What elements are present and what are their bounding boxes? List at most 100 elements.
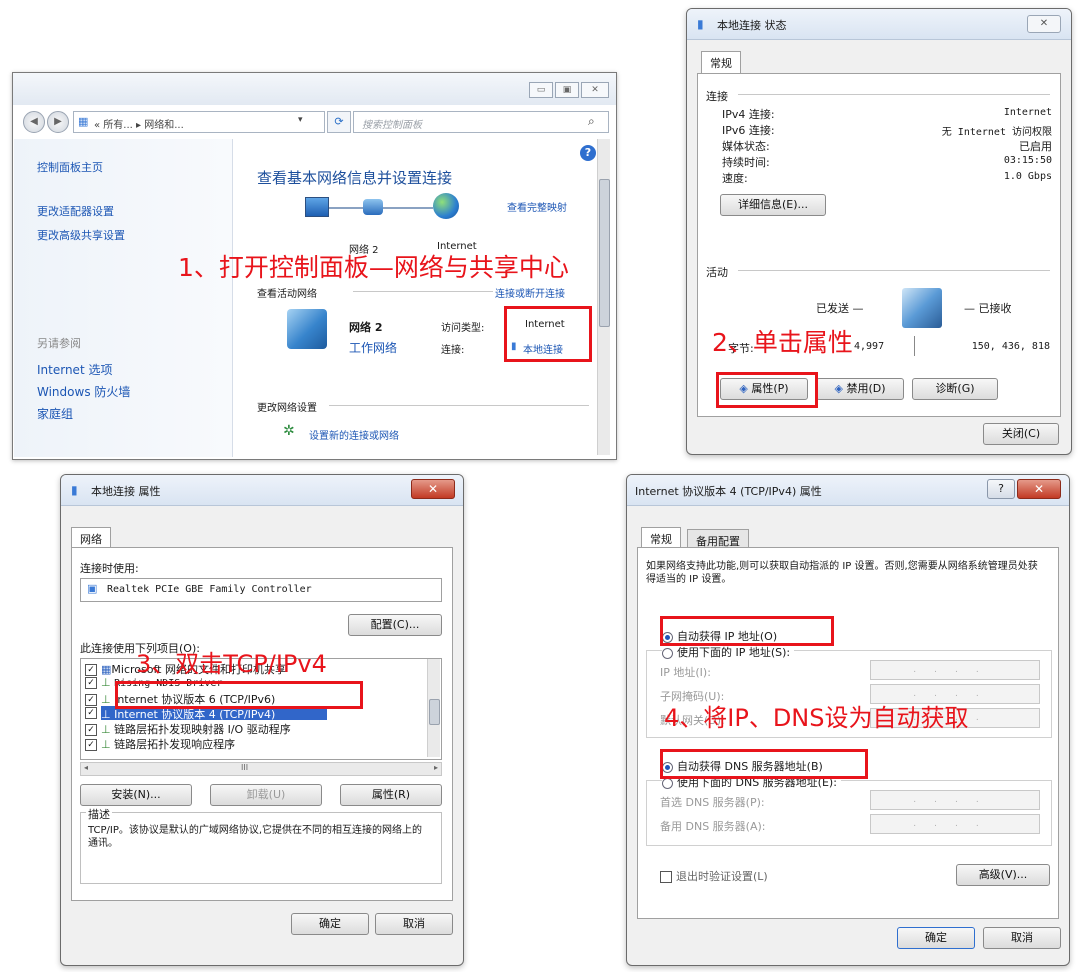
- breadcrumb[interactable]: « 所有... ▸ 网络和...: [94, 116, 184, 131]
- horizontal-scrollbar[interactable]: ◂ III ▸: [80, 762, 442, 776]
- address-bar[interactable]: ▦ « 所有... ▸ 网络和... ▾: [73, 111, 325, 133]
- sidebar-item-internet-options[interactable]: Internet 选项: [37, 361, 112, 378]
- ok-button[interactable]: 确定: [897, 927, 975, 949]
- bytes-received-value: 150, 436, 818: [971, 341, 1050, 352]
- adapter-box: ▣ Realtek PCIe GBE Family Controller: [80, 578, 442, 602]
- checkbox[interactable]: ✓: [85, 724, 97, 736]
- sidebar-item-firewall[interactable]: Windows 防火墙: [37, 383, 130, 400]
- alternate-dns-field[interactable]: ....: [870, 814, 1040, 834]
- view-full-map-link[interactable]: 查看完整映射: [507, 199, 567, 214]
- highlight-auto-dns: [660, 749, 868, 779]
- close-button[interactable]: 关闭(C): [983, 423, 1059, 445]
- list-item[interactable]: ✓ ⊥ 链路层拓扑发现映射器 I/O 驱动程序: [85, 721, 291, 737]
- preferred-dns-label: 首选 DNS 服务器(P):: [660, 796, 765, 809]
- alternate-dns-label: 备用 DNS 服务器(A):: [660, 820, 766, 833]
- manual-ip-radio[interactable]: 使用下面的 IP 地址(S):: [662, 644, 795, 660]
- preferred-dns-field[interactable]: ....: [870, 790, 1040, 810]
- chevron-down-icon[interactable]: ▾: [298, 115, 303, 125]
- maximize-button[interactable]: ▣: [555, 82, 579, 98]
- ip-address-field[interactable]: ....: [870, 660, 1040, 680]
- list-scrollbar-thumb[interactable]: [429, 699, 440, 725]
- divider: [353, 291, 493, 292]
- status-titlebar: ▮ 本地连接 状态 ✕: [687, 9, 1071, 40]
- list-item-checkbox[interactable]: ✓: [85, 706, 101, 719]
- status-panel: 连接 IPv4 连接: Internet IPv6 连接: 无 Internet…: [697, 73, 1061, 417]
- disable-button[interactable]: ◈ 禁用(D): [816, 378, 904, 400]
- bytes-sent-value: 4,997: [854, 341, 885, 352]
- node-internet-label: Internet: [437, 241, 477, 252]
- step4-annotation: 4、将IP、DNS设为自动获取: [664, 704, 969, 732]
- install-button[interactable]: 安装(N)...: [80, 784, 192, 806]
- close-icon[interactable]: ✕: [411, 479, 455, 499]
- ipv4-value: Internet: [1003, 107, 1052, 118]
- setup-connection-link[interactable]: 设置新的连接或网络: [309, 427, 399, 442]
- list-scrollbar[interactable]: [427, 659, 440, 757]
- connect-disconnect-link[interactable]: 连接或断开连接: [495, 285, 565, 300]
- duration-label: 持续时间:: [722, 156, 770, 169]
- disable-label: 禁用(D): [846, 382, 886, 395]
- list-item-icon: ▦: [101, 663, 112, 676]
- ok-button[interactable]: 确定: [291, 913, 369, 935]
- advanced-button[interactable]: 高级(V)...: [956, 864, 1050, 886]
- item-properties-button[interactable]: 属性(R): [340, 784, 442, 806]
- adapter-name: Realtek PCIe GBE Family Controller: [107, 584, 312, 595]
- media-state-value: 已启用: [1019, 140, 1052, 153]
- refresh-button[interactable]: ⟳: [327, 111, 351, 133]
- details-button[interactable]: 详细信息(E)...: [720, 194, 826, 216]
- scrollbar-thumb[interactable]: [599, 179, 610, 327]
- back-icon[interactable]: ◀: [23, 111, 45, 133]
- close-icon[interactable]: ✕: [1017, 479, 1061, 499]
- scroll-right-icon[interactable]: ▸: [434, 763, 438, 772]
- checkbox[interactable]: ✓: [85, 707, 97, 719]
- list-item[interactable]: ✓ ⊥ 链路层拓扑发现响应程序: [85, 736, 235, 752]
- see-also-heading: 另请参阅: [37, 337, 81, 350]
- diagnose-button[interactable]: 诊断(G): [912, 378, 998, 400]
- checkbox[interactable]: ✓: [85, 739, 97, 751]
- status-dialog: ▮ 本地连接 状态 ✕ 常规 连接 IPv4 连接: Internet IPv6…: [686, 8, 1072, 455]
- network-node-icon: [363, 199, 383, 215]
- sidebar-home-link[interactable]: 控制面板主页: [37, 159, 103, 175]
- checkbox[interactable]: ✓: [85, 694, 97, 706]
- active-networks-heading: 查看活动网络: [257, 289, 317, 300]
- network-type-link[interactable]: 工作网络: [349, 339, 397, 356]
- sidebar-item-homegroup[interactable]: 家庭组: [37, 405, 73, 422]
- radio[interactable]: [662, 647, 673, 659]
- list-item-label: 链路层拓扑发现响应程序: [114, 738, 236, 751]
- help-icon[interactable]: ?: [580, 145, 596, 161]
- checkbox[interactable]: [660, 871, 672, 883]
- access-type-label: 访问类型:: [441, 323, 485, 334]
- cancel-button[interactable]: 取消: [983, 927, 1061, 949]
- radio[interactable]: [662, 777, 673, 789]
- forward-icon[interactable]: ▶: [47, 111, 69, 133]
- help-icon[interactable]: ?: [987, 479, 1015, 499]
- search-icon[interactable]: ⌕: [588, 114, 595, 129]
- step2-annotation: 2、单击属性: [712, 328, 853, 357]
- close-button[interactable]: ✕: [581, 82, 609, 98]
- checkbox[interactable]: ✓: [85, 677, 97, 689]
- sidebar-item-sharing[interactable]: 更改高级共享设置: [37, 227, 125, 243]
- cancel-button[interactable]: 取消: [375, 913, 453, 935]
- search-box[interactable]: 搜索控制面板 ⌕: [353, 111, 609, 133]
- ipv4-title: Internet 协议版本 4 (TCP/IPv4) 属性: [635, 485, 822, 498]
- search-input[interactable]: 搜索控制面板: [362, 116, 422, 131]
- validate-checkbox[interactable]: 退出时验证设置(L): [660, 868, 768, 884]
- close-icon[interactable]: ✕: [1027, 15, 1061, 33]
- description-heading: 描述: [86, 806, 112, 822]
- checkbox[interactable]: ✓: [85, 664, 97, 676]
- divider: [738, 94, 1050, 95]
- configure-button[interactable]: 配置(C)...: [348, 614, 442, 636]
- ipv4-titlebar: Internet 协议版本 4 (TCP/IPv4) 属性 ? ✕: [627, 475, 1069, 506]
- page-title: 查看基本网络信息并设置连接: [257, 169, 453, 187]
- scroll-mark[interactable]: III: [241, 763, 248, 772]
- scroll-left-icon[interactable]: ◂: [84, 763, 88, 772]
- scrollbar[interactable]: [597, 139, 610, 455]
- highlight-auto-ip: [660, 616, 834, 646]
- minimize-button[interactable]: ▭: [529, 82, 553, 98]
- subnet-mask-field[interactable]: ....: [870, 684, 1040, 704]
- sent-label: 已发送 —: [816, 302, 864, 315]
- divider: [738, 270, 1050, 271]
- tab-general[interactable]: 常规: [701, 51, 741, 74]
- uninstall-button[interactable]: 卸载(U): [210, 784, 322, 806]
- description-text: TCP/IP。该协议是默认的广域网络协议,它提供在不同的相互连接的网络上的通讯。: [88, 825, 423, 849]
- sidebar-item-adapter[interactable]: 更改适配器设置: [37, 203, 114, 219]
